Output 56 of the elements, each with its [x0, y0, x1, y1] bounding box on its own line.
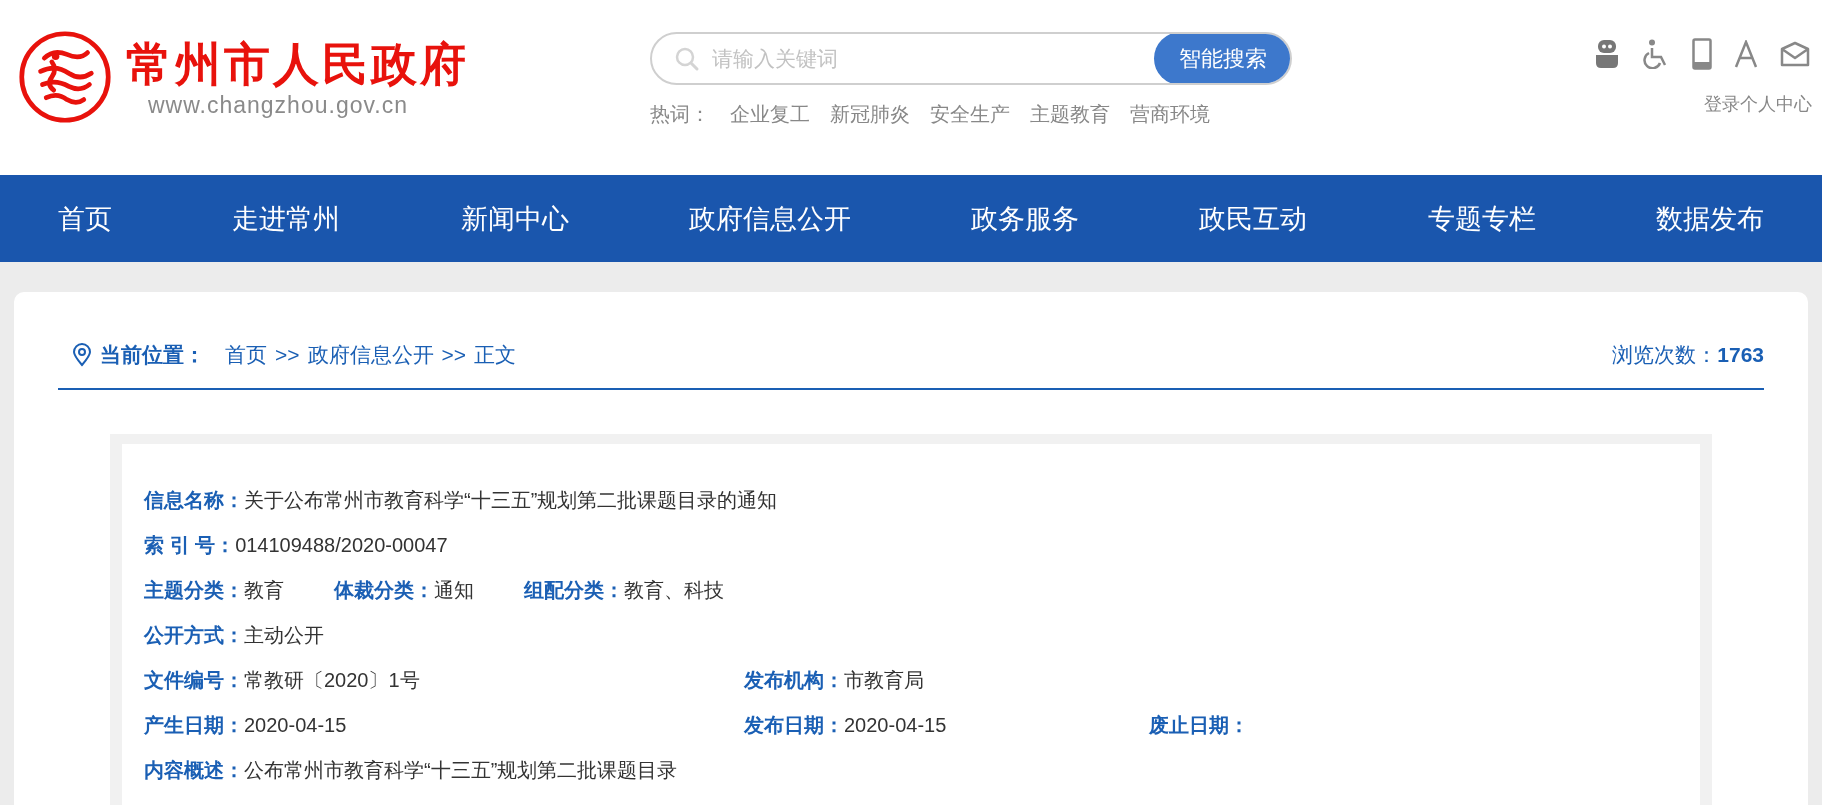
field-value: 市教育局	[844, 669, 924, 691]
site-title: 常州市人民政府	[126, 36, 469, 92]
location-pin-icon	[72, 343, 92, 367]
field-value: 教育	[244, 579, 284, 601]
search-button[interactable]: 智能搜索	[1154, 34, 1290, 83]
hot-word-link[interactable]: 主题教育	[1030, 101, 1110, 128]
breadcrumb-link[interactable]: 正文	[474, 341, 517, 369]
field-label: 废止日期：	[1149, 714, 1249, 736]
hot-words-label: 热词：	[650, 102, 710, 127]
nav-item[interactable]: 新闻中心	[460, 200, 569, 237]
field-label: 体裁分类：	[334, 579, 434, 601]
field-value: 主动公开	[244, 624, 324, 646]
views-count: 1763	[1717, 343, 1764, 366]
field-label: 主题分类：	[144, 579, 244, 601]
nav-item[interactable]: 政府信息公开	[688, 200, 851, 237]
breadcrumb-separator: >>	[441, 343, 467, 367]
field-label: 文件编号：	[144, 669, 244, 691]
field-value: 教育、科技	[624, 579, 724, 601]
field-label: 索 引 号：	[144, 534, 236, 556]
robot-icon[interactable]	[1594, 39, 1620, 69]
nav-item[interactable]: 走进常州	[232, 200, 341, 237]
views-label: 浏览次数：	[1612, 343, 1718, 366]
hot-word-link[interactable]: 新冠肺炎	[830, 101, 910, 128]
field-value: 014109488/2020-00047	[235, 534, 448, 556]
login-link[interactable]: 登录个人中心	[1704, 92, 1812, 116]
field-value: 2020-04-15	[844, 714, 947, 736]
hot-word-link[interactable]: 企业复工	[730, 101, 810, 128]
breadcrumb-link[interactable]: 首页	[225, 341, 267, 369]
breadcrumb-separator: >>	[275, 343, 300, 367]
field-value: 公布常州市教育科学“十三五”规划第二批课题目录	[244, 759, 678, 781]
field-value: 常教研〔2020〕1号	[244, 669, 420, 691]
nav-item[interactable]: 专题专栏	[1427, 200, 1536, 237]
phone-icon[interactable]	[1692, 38, 1712, 70]
nav-item[interactable]: 首页	[58, 200, 112, 237]
nav-item[interactable]: 政务服务	[971, 200, 1080, 237]
font-size-icon[interactable]	[1734, 40, 1758, 68]
field-label: 公开方式：	[144, 624, 244, 646]
field-value: 2020-04-15	[244, 714, 347, 736]
nav-item[interactable]: 政民互动	[1199, 200, 1308, 237]
field-value: 关于公布常州市教育科学“十三五”规划第二批课题目录的通知	[244, 489, 778, 511]
field-label: 内容概述：	[144, 759, 244, 781]
search-icon	[674, 45, 700, 72]
field-label: 产生日期：	[144, 714, 244, 736]
field-label: 发布日期：	[744, 714, 844, 736]
hot-word-link[interactable]: 营商环境	[1130, 101, 1210, 128]
field-label: 信息名称：	[144, 489, 244, 511]
field-label: 组配分类：	[524, 579, 624, 601]
field-label: 发布机构：	[744, 669, 844, 691]
hot-word-link[interactable]: 安全生产	[930, 101, 1010, 128]
field-value: 通知	[434, 579, 474, 601]
breadcrumb-link[interactable]: 政府信息公开	[307, 341, 434, 369]
nav-item[interactable]: 数据发布	[1655, 200, 1764, 237]
mail-icon[interactable]	[1780, 41, 1810, 67]
breadcrumb-label: 当前位置：	[100, 342, 205, 368]
site-url: www.changzhou.gov.cn	[148, 91, 409, 119]
search-field[interactable]: 请输入关键词 智能搜索	[650, 32, 1292, 85]
